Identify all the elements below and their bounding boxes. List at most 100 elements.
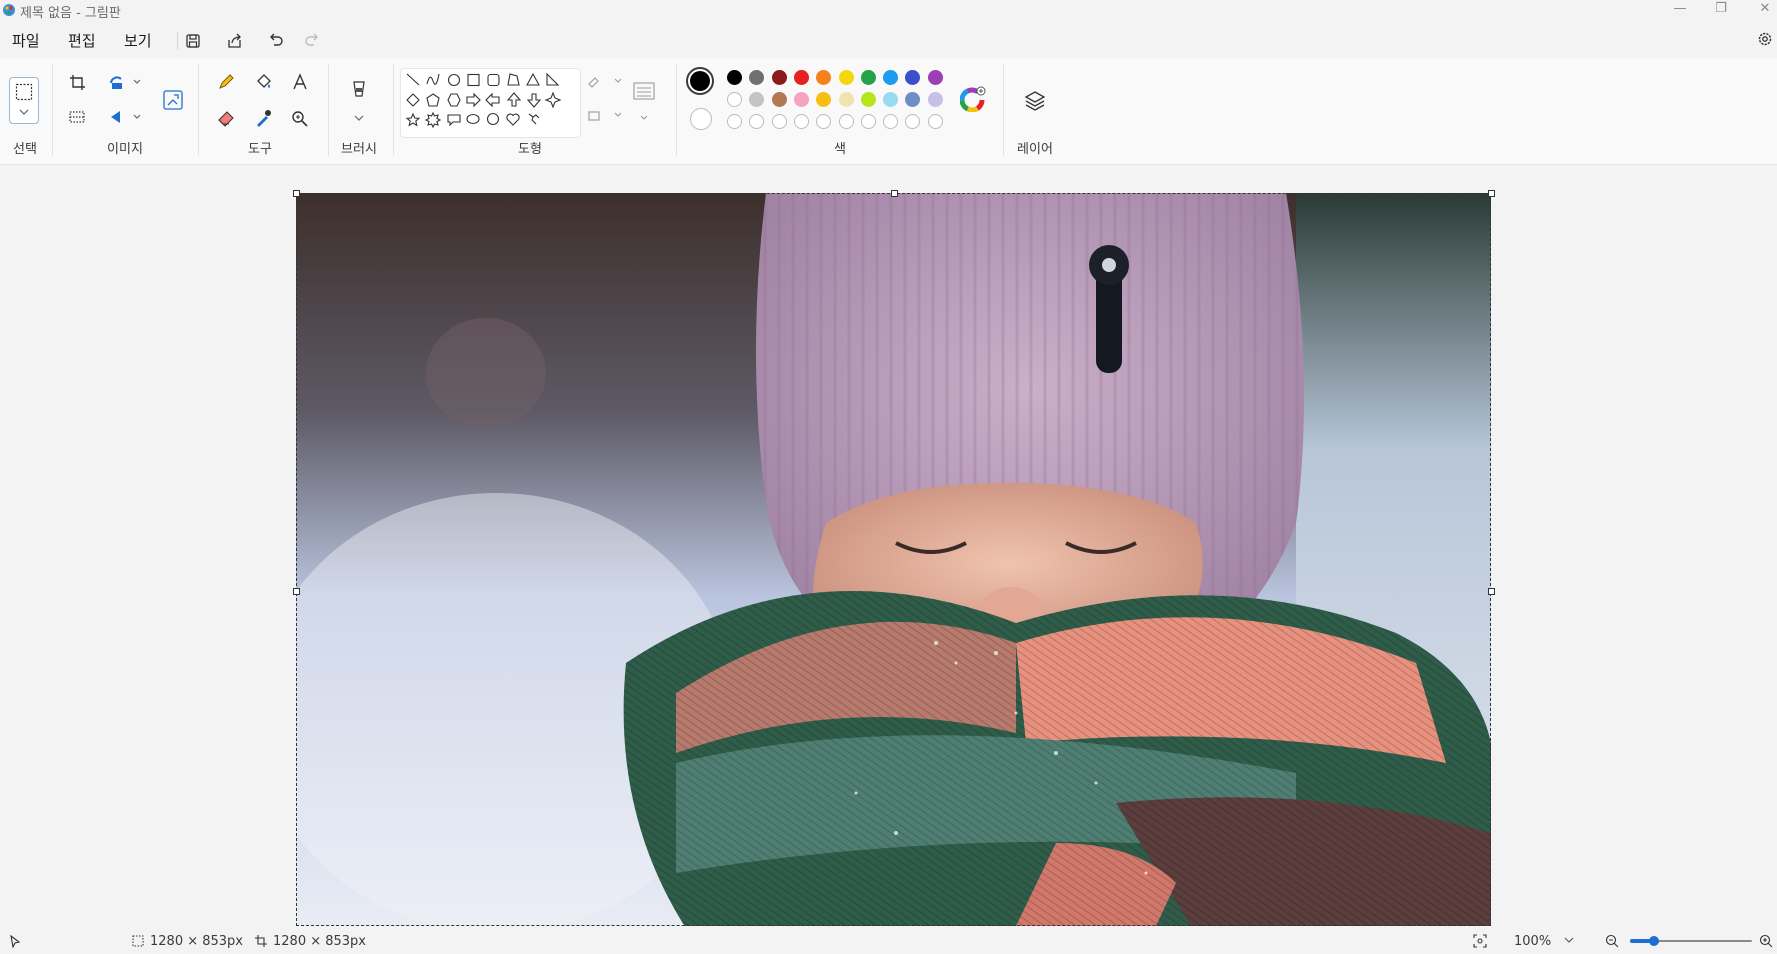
palette-swatch[interactable] (838, 92, 854, 107)
redo-icon[interactable] (300, 29, 326, 53)
rectangle-select-button[interactable] (9, 77, 39, 124)
ribbon-divider (393, 64, 394, 156)
save-icon[interactable] (180, 29, 206, 53)
image-resize-icon[interactable] (160, 88, 186, 112)
palette-swatch[interactable] (860, 92, 876, 107)
custom-color-slot[interactable] (927, 114, 943, 129)
palette-swatch[interactable] (727, 70, 742, 85)
selection-size-icon (132, 935, 144, 947)
group-label-shapes: 도형 (518, 142, 542, 157)
color-palette (727, 70, 947, 136)
palette-swatch[interactable] (793, 70, 809, 85)
palette-swatch[interactable] (749, 92, 765, 107)
palette-swatch[interactable] (727, 92, 742, 107)
custom-color-slot[interactable] (883, 114, 899, 129)
pencil-icon[interactable] (213, 70, 239, 94)
text-tool-icon[interactable] (287, 70, 313, 94)
undo-icon[interactable] (262, 29, 288, 53)
palette-swatch[interactable] (905, 70, 921, 85)
palette-swatch[interactable] (816, 70, 832, 85)
chevron-down-icon (19, 109, 29, 115)
layers-icon[interactable] (1022, 88, 1048, 114)
menu-view[interactable]: 보기 (124, 30, 152, 51)
custom-color-slot[interactable] (749, 114, 765, 129)
palette-swatch[interactable] (927, 70, 943, 85)
resize-handle-top-left[interactable] (293, 190, 300, 197)
custom-color-slot[interactable] (793, 114, 809, 129)
primary-color-button[interactable] (686, 67, 714, 95)
edit-colors-icon[interactable] (960, 86, 986, 112)
custom-color-slot[interactable] (838, 114, 854, 129)
group-label-tools: 도구 (248, 142, 272, 157)
rectangle-select-icon (15, 83, 33, 101)
palette-swatch[interactable] (816, 92, 832, 107)
resize-handle-top-right[interactable] (1488, 190, 1495, 197)
paint-app-icon (3, 4, 15, 16)
close-button[interactable]: ✕ (1748, 0, 1777, 20)
palette-swatch[interactable] (860, 70, 876, 85)
palette-swatch[interactable] (771, 70, 787, 85)
primary-color-swatch (690, 71, 710, 91)
zoom-level-text: 100% (1514, 934, 1552, 949)
shape-line-size-icon[interactable] (632, 80, 658, 124)
canvas-size-icon (255, 935, 267, 947)
status-bar: 1280 × 853px 1280 × 853px 100% (0, 928, 1777, 954)
group-label-selection: 선택 (13, 142, 37, 157)
rotate-icon[interactable] (104, 70, 144, 94)
drawing-canvas[interactable] (296, 193, 1491, 926)
menu-file[interactable]: 파일 (12, 30, 40, 51)
selection-size-text: 1280 × 853px (150, 934, 243, 949)
custom-color-slot[interactable] (771, 114, 787, 129)
custom-color-slot[interactable] (905, 114, 921, 129)
shapes-gallery-icons (405, 72, 562, 129)
palette-swatch[interactable] (927, 92, 943, 107)
magnifier-icon[interactable] (287, 106, 313, 130)
eraser-icon[interactable] (213, 106, 239, 130)
zoom-out-icon[interactable] (1604, 933, 1620, 949)
fill-bucket-icon[interactable] (250, 70, 276, 94)
custom-color-slot[interactable] (816, 114, 832, 129)
brush-icon[interactable] (347, 78, 371, 126)
palette-swatch[interactable] (771, 92, 787, 107)
restore-button[interactable]: ❐ (1704, 0, 1738, 20)
ribbon-divider (198, 64, 199, 156)
cursor-position-icon (10, 934, 21, 948)
menu-edit[interactable]: 편집 (68, 30, 96, 51)
photo-child-in-winter-hat (296, 193, 1491, 926)
group-label-colors: 색 (834, 142, 846, 157)
menu-bar: 파일 편집 보기 (0, 26, 1777, 56)
minimize-button[interactable]: — (1663, 0, 1697, 20)
palette-swatch[interactable] (793, 92, 809, 107)
shape-outline-fill-icons[interactable] (585, 72, 625, 126)
custom-color-slot[interactable] (727, 114, 742, 129)
secondary-color-button[interactable] (690, 108, 712, 130)
title-bar: 제목 없음 - 그림판 — ❐ ✕ (0, 0, 1777, 22)
flip-icon[interactable] (104, 105, 144, 129)
resize-handle-right[interactable] (1488, 588, 1495, 595)
zoom-in-icon[interactable] (1758, 933, 1774, 949)
zoom-slider-thumb[interactable] (1649, 936, 1659, 946)
fit-to-window-icon[interactable] (1472, 933, 1488, 949)
canvas-size-text: 1280 × 853px (273, 934, 366, 949)
select-all-icon[interactable] (64, 105, 90, 129)
chevron-down-icon (1564, 937, 1574, 943)
zoom-slider-track[interactable] (1630, 936, 1752, 946)
settings-gear-icon[interactable] (1755, 29, 1775, 49)
palette-swatch[interactable] (749, 70, 765, 85)
group-label-brushes: 브러시 (341, 142, 377, 157)
palette-swatch[interactable] (838, 70, 854, 85)
zoom-level-dropdown[interactable]: 100% (1504, 929, 1584, 951)
palette-swatch[interactable] (883, 92, 899, 107)
custom-color-slot[interactable] (860, 114, 876, 129)
resize-handle-left[interactable] (293, 588, 300, 595)
group-label-image: 이미지 (107, 142, 143, 157)
palette-swatch[interactable] (905, 92, 921, 107)
crop-icon[interactable] (64, 70, 90, 94)
window-title: 제목 없음 - 그림판 (20, 6, 121, 21)
menu-divider (177, 32, 178, 50)
share-icon[interactable] (221, 29, 247, 53)
palette-swatch[interactable] (883, 70, 899, 85)
resize-handle-top[interactable] (891, 190, 898, 197)
ribbon-divider (676, 64, 677, 156)
color-picker-icon[interactable] (250, 106, 276, 130)
